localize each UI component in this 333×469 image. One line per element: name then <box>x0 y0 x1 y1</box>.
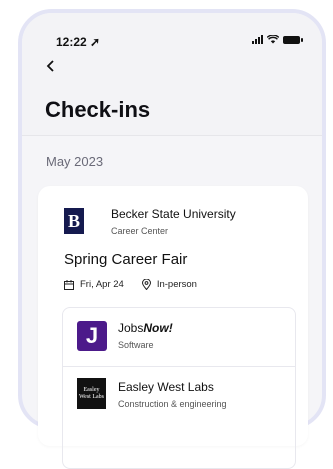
status-bar: 12:22 ➚ <box>22 13 322 57</box>
event-meta: Fri, Apr 24 In-person <box>64 279 197 290</box>
employer-category: Software <box>118 340 154 350</box>
employer-logo: Easley West Labs <box>77 378 106 409</box>
employer-list: J JobsNow! Software Easley West Labs Eas… <box>62 307 296 469</box>
event-title: Spring Career Fair <box>64 251 188 268</box>
org-subtitle: Career Center <box>111 226 169 236</box>
header: 12:22 ➚ Check-ins <box>22 13 322 136</box>
month-heading: May 2023 <box>46 154 104 169</box>
employer-row[interactable]: J JobsNow! Software <box>63 308 295 366</box>
checkin-card[interactable]: B Becker State University Career Center … <box>38 186 308 469</box>
employer-row[interactable]: Easley West Labs Easley West Labs Constr… <box>63 366 295 425</box>
org-logo: B <box>64 208 84 234</box>
employer-logo: J <box>77 321 107 351</box>
signal-icon <box>252 35 263 44</box>
employer-name: JobsNow! <box>118 321 173 335</box>
back-button[interactable] <box>46 59 56 77</box>
event-mode: In-person <box>156 279 197 290</box>
location-pin-icon <box>141 279 151 290</box>
calendar-icon <box>64 279 74 290</box>
location-arrow-icon: ➚ <box>90 35 101 49</box>
chevron-left-icon <box>46 60 54 72</box>
employer-name: Easley West Labs <box>118 380 214 394</box>
org-name: Becker State University <box>111 207 236 221</box>
event-date: Fri, Apr 24 <box>80 279 124 290</box>
employer-category: Construction & engineering <box>118 399 227 409</box>
page-title: Check-ins <box>45 97 151 122</box>
status-icons <box>252 35 303 44</box>
status-time: 12:22 ➚ <box>56 35 101 49</box>
battery-icon <box>283 35 303 44</box>
wifi-icon <box>267 35 279 44</box>
